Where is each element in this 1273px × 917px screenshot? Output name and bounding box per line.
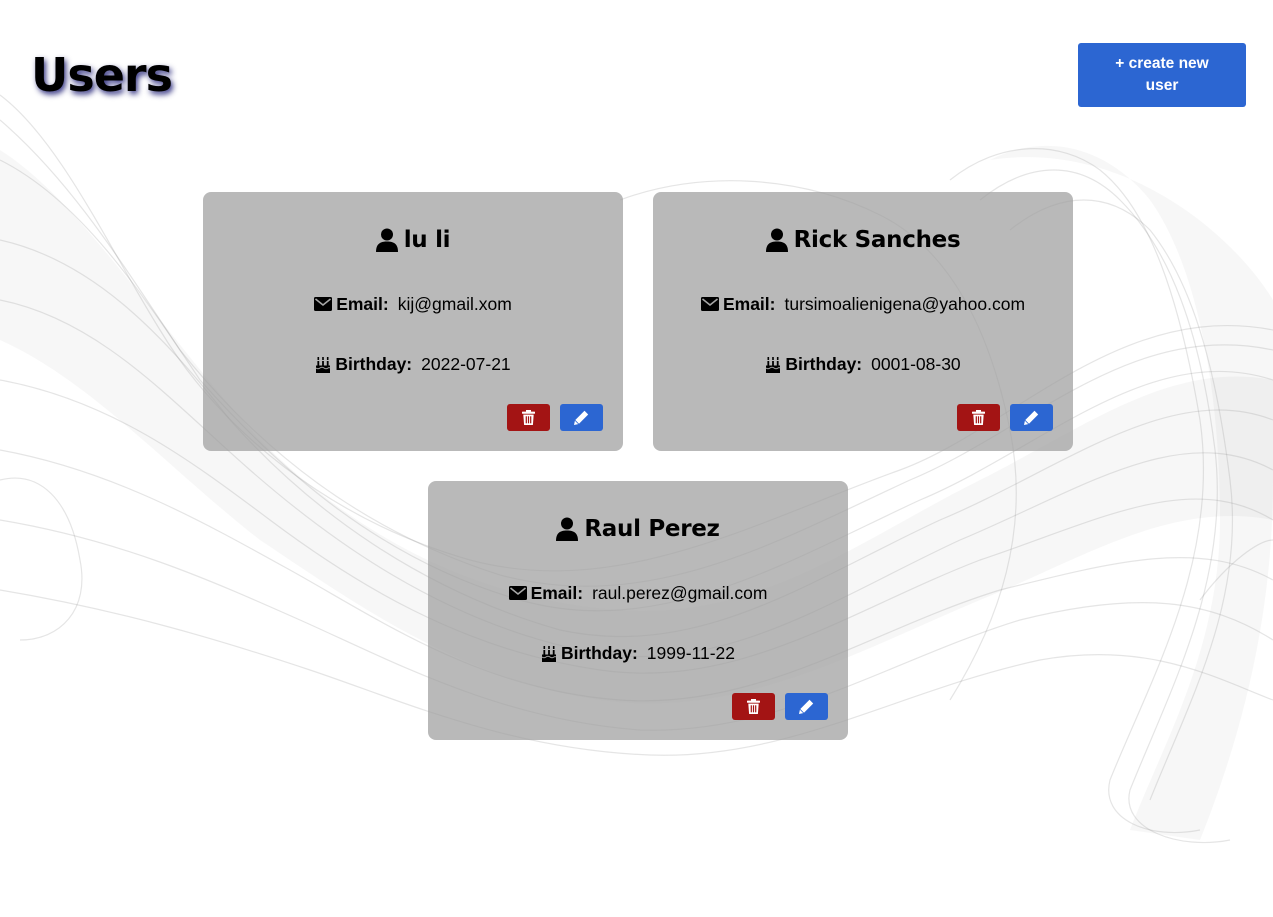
birthday-cake-icon	[765, 356, 781, 373]
birthday-cake-icon	[315, 356, 331, 373]
trash-icon	[747, 699, 760, 714]
email-label: Email:	[530, 582, 584, 603]
user-name-row: Raul Perez	[428, 512, 848, 546]
birthday-cake-icon	[541, 645, 557, 662]
email-row: Email: tursimoalienigena@yahoo.com	[653, 292, 1073, 316]
email-label: Email:	[722, 293, 776, 314]
birthday-row: Birthday: 0001-08-30	[653, 352, 1073, 376]
user-card: Rick Sanches Email: tursimoalienigena@ya…	[653, 192, 1073, 451]
pencil-icon	[574, 410, 589, 425]
birthday-label: Birthday:	[560, 642, 638, 663]
birthday-row: Birthday: 2022-07-21	[203, 352, 623, 376]
birthday-label: Birthday:	[335, 353, 413, 374]
email-value: raul.perez@gmail.com	[592, 582, 768, 603]
email-row: Email: raul.perez@gmail.com	[428, 581, 848, 605]
envelope-icon	[314, 297, 333, 311]
trash-icon	[522, 410, 535, 425]
user-name-row: Rick Sanches	[653, 223, 1073, 257]
envelope-icon	[700, 297, 719, 311]
delete-user-button[interactable]	[732, 693, 775, 720]
pencil-icon	[799, 699, 814, 714]
user-icon	[765, 228, 788, 252]
user-card: lu li Email: kij@gmail.xom Birthday: 202…	[203, 192, 623, 451]
email-value: kij@gmail.xom	[397, 293, 512, 314]
birthday-value: 0001-08-30	[871, 353, 961, 374]
birthday-label: Birthday:	[785, 353, 863, 374]
card-actions	[732, 693, 828, 720]
delete-user-button[interactable]	[507, 404, 550, 431]
user-name: Raul Perez	[584, 516, 720, 542]
user-icon	[375, 228, 398, 252]
user-name: Rick Sanches	[793, 227, 961, 253]
edit-user-button[interactable]	[1010, 404, 1053, 431]
email-label: Email:	[336, 293, 389, 314]
user-icon	[556, 517, 579, 541]
email-value: tursimoalienigena@yahoo.com	[784, 293, 1026, 314]
birthday-value: 2022-07-21	[421, 353, 511, 374]
edit-user-button[interactable]	[560, 404, 603, 431]
edit-user-button[interactable]	[785, 693, 828, 720]
create-new-user-button[interactable]: + create new user	[1078, 43, 1246, 107]
card-actions	[957, 404, 1053, 431]
delete-user-button[interactable]	[957, 404, 1000, 431]
user-name: lu li	[403, 227, 451, 253]
smoke-background-image	[0, 94, 1273, 844]
user-name-row: lu li	[203, 223, 623, 257]
birthday-row: Birthday: 1999-11-22	[428, 641, 848, 665]
envelope-icon	[508, 586, 527, 600]
pencil-icon	[1024, 410, 1039, 425]
page-title: Users	[31, 48, 173, 102]
email-row: Email: kij@gmail.xom	[203, 292, 623, 316]
trash-icon	[972, 410, 985, 425]
birthday-value: 1999-11-22	[646, 642, 736, 663]
user-card: Raul Perez Email: raul.perez@gmail.com B…	[428, 481, 848, 740]
card-actions	[507, 404, 603, 431]
